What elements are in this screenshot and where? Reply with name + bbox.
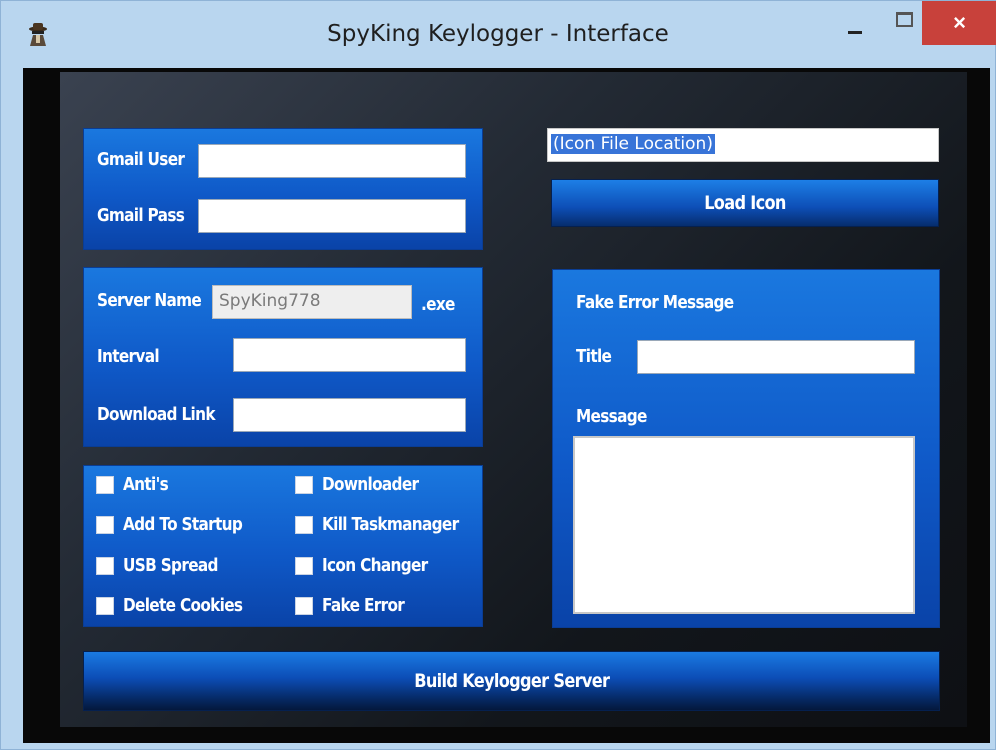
build-keylogger-server-button[interactable]: Build Keylogger Server xyxy=(83,651,940,711)
checkbox-delete-cookies[interactable]: Delete Cookies xyxy=(96,595,263,616)
checkbox-box[interactable] xyxy=(96,475,114,494)
server-name-label: Server Name xyxy=(97,290,202,311)
download-link-label: Download Link xyxy=(97,404,216,425)
server-panel: Server Name SpyKing778 .exe Interval Dow… xyxy=(83,267,483,447)
checkbox-antis[interactable]: Anti's xyxy=(96,474,176,495)
client-area: Gmail User Gmail Pass Server Name SpyKin… xyxy=(23,68,990,743)
icon-location-input[interactable]: (Icon File Location) xyxy=(547,128,939,162)
message-label: Message xyxy=(576,406,647,427)
checkbox-kill-taskmanager[interactable]: Kill Taskmanager xyxy=(295,514,483,535)
checkbox-label: USB Spread xyxy=(123,555,218,576)
gmail-pass-input[interactable] xyxy=(198,199,466,233)
fake-error-heading: Fake Error Message xyxy=(576,292,734,313)
load-icon-button[interactable]: Load Icon xyxy=(551,179,939,227)
download-link-input[interactable] xyxy=(233,398,466,432)
checkbox-downloader[interactable]: Downloader xyxy=(295,474,435,495)
checkbox-usb-spread[interactable]: USB Spread xyxy=(96,555,235,576)
title-label: Title xyxy=(576,346,612,367)
checkbox-label: Downloader xyxy=(322,474,419,495)
form-background: Gmail User Gmail Pass Server Name SpyKin… xyxy=(60,72,967,727)
gmail-pass-label: Gmail Pass xyxy=(97,205,185,226)
icon-location-text: (Icon File Location) xyxy=(551,134,715,154)
checkbox-box[interactable] xyxy=(295,475,313,494)
app-window: SpyKing Keylogger - Interface × Gmail Us… xyxy=(0,0,996,750)
close-icon: × xyxy=(953,10,966,35)
interval-label: Interval xyxy=(97,346,160,367)
minimize-icon xyxy=(848,30,862,34)
checkbox-add-to-startup[interactable]: Add To Startup xyxy=(96,514,263,535)
checkbox-box[interactable] xyxy=(96,556,114,575)
gmail-panel: Gmail User Gmail Pass xyxy=(83,128,483,250)
checkbox-box[interactable] xyxy=(295,556,313,575)
checkbox-box[interactable] xyxy=(96,515,114,534)
load-icon-label: Load Icon xyxy=(704,192,786,214)
checkbox-label: Add To Startup xyxy=(123,514,243,535)
gmail-user-label: Gmail User xyxy=(97,149,185,170)
minimize-button[interactable] xyxy=(834,1,876,45)
gmail-user-input[interactable] xyxy=(198,144,466,178)
checkbox-label: Anti's xyxy=(123,474,169,495)
checkbox-icon-changer[interactable]: Icon Changer xyxy=(295,555,446,576)
checkbox-fake-error[interactable]: Fake Error xyxy=(295,595,419,616)
checkbox-label: Delete Cookies xyxy=(123,595,243,616)
exe-extension-label: .exe xyxy=(421,294,455,315)
title-bar[interactable]: SpyKing Keylogger - Interface × xyxy=(1,1,996,65)
maximize-icon xyxy=(895,11,913,27)
options-panel: Anti's Add To Startup USB Spread Delete … xyxy=(83,465,483,627)
checkbox-box[interactable] xyxy=(295,515,313,534)
maximize-button[interactable] xyxy=(883,1,925,45)
server-name-input[interactable]: SpyKing778 xyxy=(212,285,412,319)
close-button[interactable]: × xyxy=(922,1,996,45)
checkbox-label: Icon Changer xyxy=(322,555,428,576)
checkbox-label: Fake Error xyxy=(322,595,405,616)
interval-input[interactable] xyxy=(233,338,466,372)
checkbox-box[interactable] xyxy=(96,596,114,615)
checkbox-box[interactable] xyxy=(295,596,313,615)
error-message-textarea[interactable] xyxy=(573,436,915,614)
build-button-label: Build Keylogger Server xyxy=(413,670,610,692)
checkbox-label: Kill Taskmanager xyxy=(322,514,459,535)
error-title-input[interactable] xyxy=(637,340,915,374)
fake-error-panel: Fake Error Message Title Message xyxy=(552,269,940,628)
